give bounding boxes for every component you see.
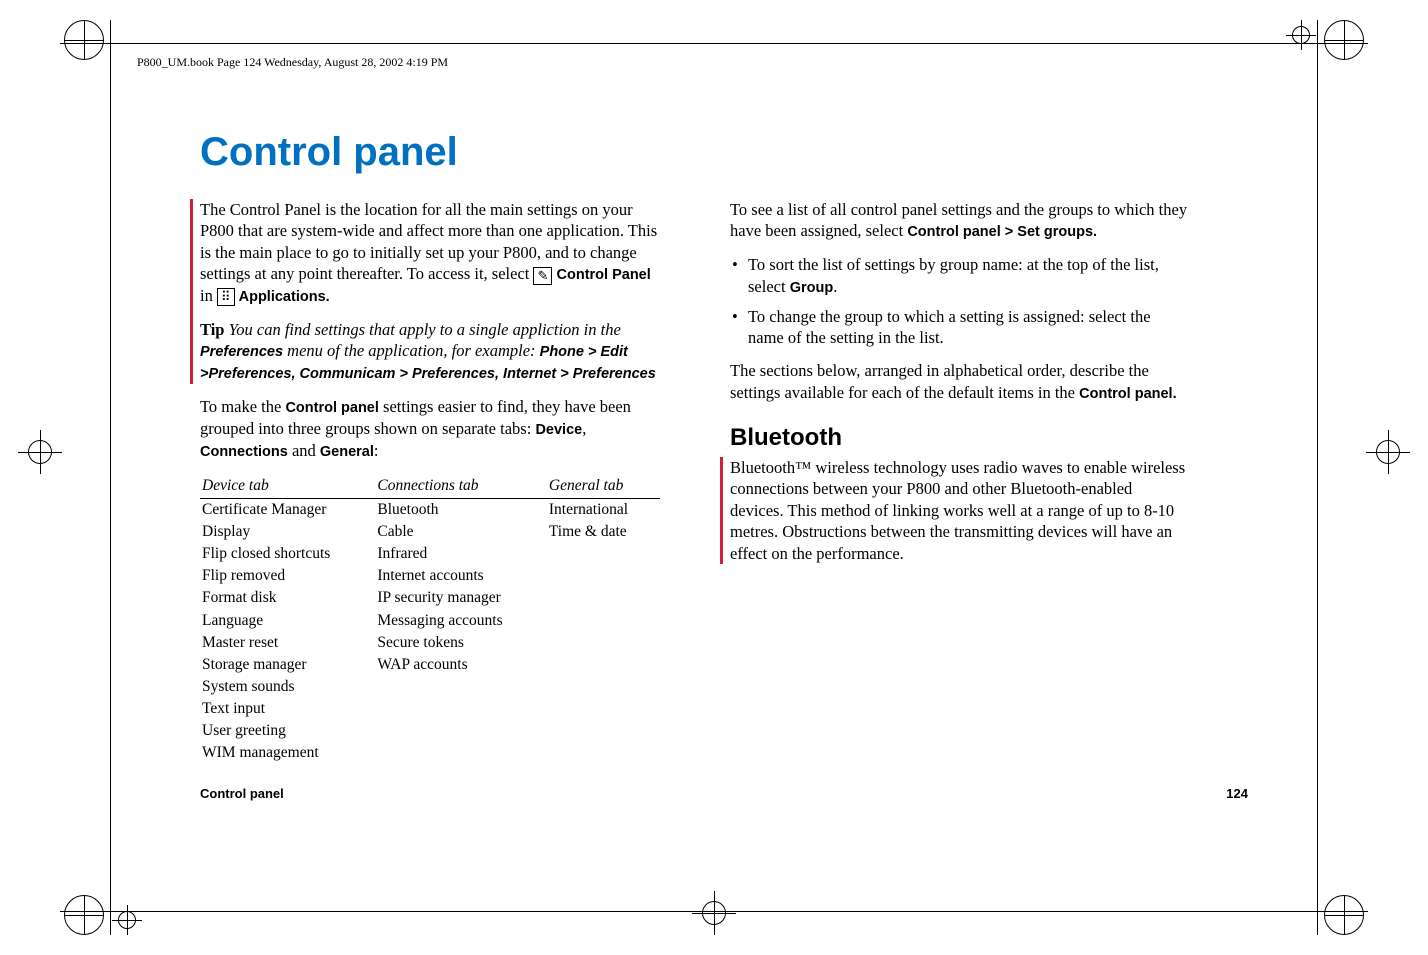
tab-general: General: [320, 444, 374, 460]
list-item: To change the group to which a setting i…: [730, 306, 1190, 349]
bullet1-c: .: [833, 277, 837, 296]
th-connections: Connections tab: [375, 474, 547, 499]
see-list-b: Control panel > Set groups.: [907, 224, 1097, 240]
groups-a: To make the: [200, 397, 285, 416]
tip-text-a: You can find settings that apply to a si…: [229, 320, 621, 339]
registration-cross-left: [18, 430, 62, 474]
bullet1-b: Group: [790, 280, 834, 296]
table-cell: Flip removed: [200, 565, 375, 587]
crop-line-right: [1317, 20, 1318, 935]
list-item: To sort the list of settings by group na…: [730, 254, 1190, 297]
table-cell: Master reset: [200, 632, 375, 654]
control-panel-label: Control Panel: [557, 267, 651, 283]
table-cell: IP security manager: [375, 587, 547, 609]
registration-circle-br: [1324, 895, 1364, 935]
crop-line-left: [110, 20, 111, 935]
applications-icon: ⠿: [217, 288, 235, 306]
table-cell: Flip closed shortcuts: [200, 543, 375, 565]
right-column: To see a list of all control panel setti…: [730, 199, 1190, 764]
bullet-list: To sort the list of settings by group na…: [730, 254, 1190, 348]
applications-label: Applications.: [239, 289, 330, 305]
see-list-paragraph: To see a list of all control panel setti…: [730, 199, 1190, 242]
tab-device: Device: [535, 422, 582, 438]
table-cell: Language: [200, 610, 375, 632]
bluetooth-heading: Bluetooth: [730, 422, 1190, 453]
table-cell: Text input: [200, 698, 375, 720]
registration-cross-bottom: [692, 891, 736, 935]
bluetooth-paragraph: Bluetooth™ wireless technology uses radi…: [730, 457, 1190, 564]
table-cell: System sounds: [200, 676, 375, 698]
page-footer: Control panel 124: [200, 786, 1248, 801]
table-cell: Secure tokens: [375, 632, 547, 654]
control-panel-icon: ✎: [533, 267, 552, 285]
registration-cross-bl-small: [112, 905, 142, 935]
tab-connections: Connections: [200, 444, 288, 460]
registration-circle-bl: [64, 895, 104, 935]
intro-text-b: in: [200, 286, 217, 305]
table-cell: WIM management: [200, 742, 375, 764]
table-cell: Certificate Manager: [200, 498, 375, 521]
table-cell: Bluetooth: [375, 498, 547, 521]
th-general: General tab: [547, 474, 660, 499]
tip-label: Tip: [200, 320, 224, 339]
groups-cp: Control panel: [285, 400, 378, 416]
tip-paragraph: Tip You can find settings that apply to …: [200, 319, 660, 384]
table-cell: Format disk: [200, 587, 375, 609]
table-cell: WAP accounts: [375, 654, 547, 676]
sections-b: Control panel.: [1079, 386, 1176, 402]
tip-preferences: Preferences: [200, 344, 283, 360]
table-cell: Internet accounts: [375, 565, 547, 587]
page-title: Control panel: [200, 130, 1248, 175]
crop-line-top: [60, 43, 1368, 44]
footer-page-number: 124: [1226, 786, 1248, 801]
registration-circle-tl: [64, 20, 104, 60]
table-cell: Cable: [375, 521, 547, 543]
th-device: Device tab: [200, 474, 375, 499]
bullet2: To change the group to which a setting i…: [748, 307, 1151, 347]
tip-text-b: menu of the application, for example:: [287, 341, 540, 360]
registration-circle-tr: [1324, 20, 1364, 60]
tabs-table: Device tab Connections tab General tab C…: [200, 474, 660, 765]
registration-cross-right: [1366, 430, 1410, 474]
intro-paragraph: The Control Panel is the location for al…: [200, 199, 660, 307]
left-column: The Control Panel is the location for al…: [200, 199, 660, 764]
table-cell: User greeting: [200, 720, 375, 742]
running-header: P800_UM.book Page 124 Wednesday, August …: [137, 55, 448, 70]
page-content: Control panel The Control Panel is the l…: [200, 130, 1248, 764]
sections-paragraph: The sections below, arranged in alphabet…: [730, 360, 1190, 403]
table-cell: Messaging accounts: [375, 610, 547, 632]
table-cell: International: [547, 498, 660, 521]
groups-paragraph: To make the Control panel settings easie…: [200, 396, 660, 462]
registration-cross-tr-small: [1286, 20, 1316, 50]
table-cell: Infrared: [375, 543, 547, 565]
table-cell: Storage manager: [200, 654, 375, 676]
table-cell: Display: [200, 521, 375, 543]
table-cell: Time & date: [547, 521, 660, 543]
footer-left: Control panel: [200, 786, 284, 801]
